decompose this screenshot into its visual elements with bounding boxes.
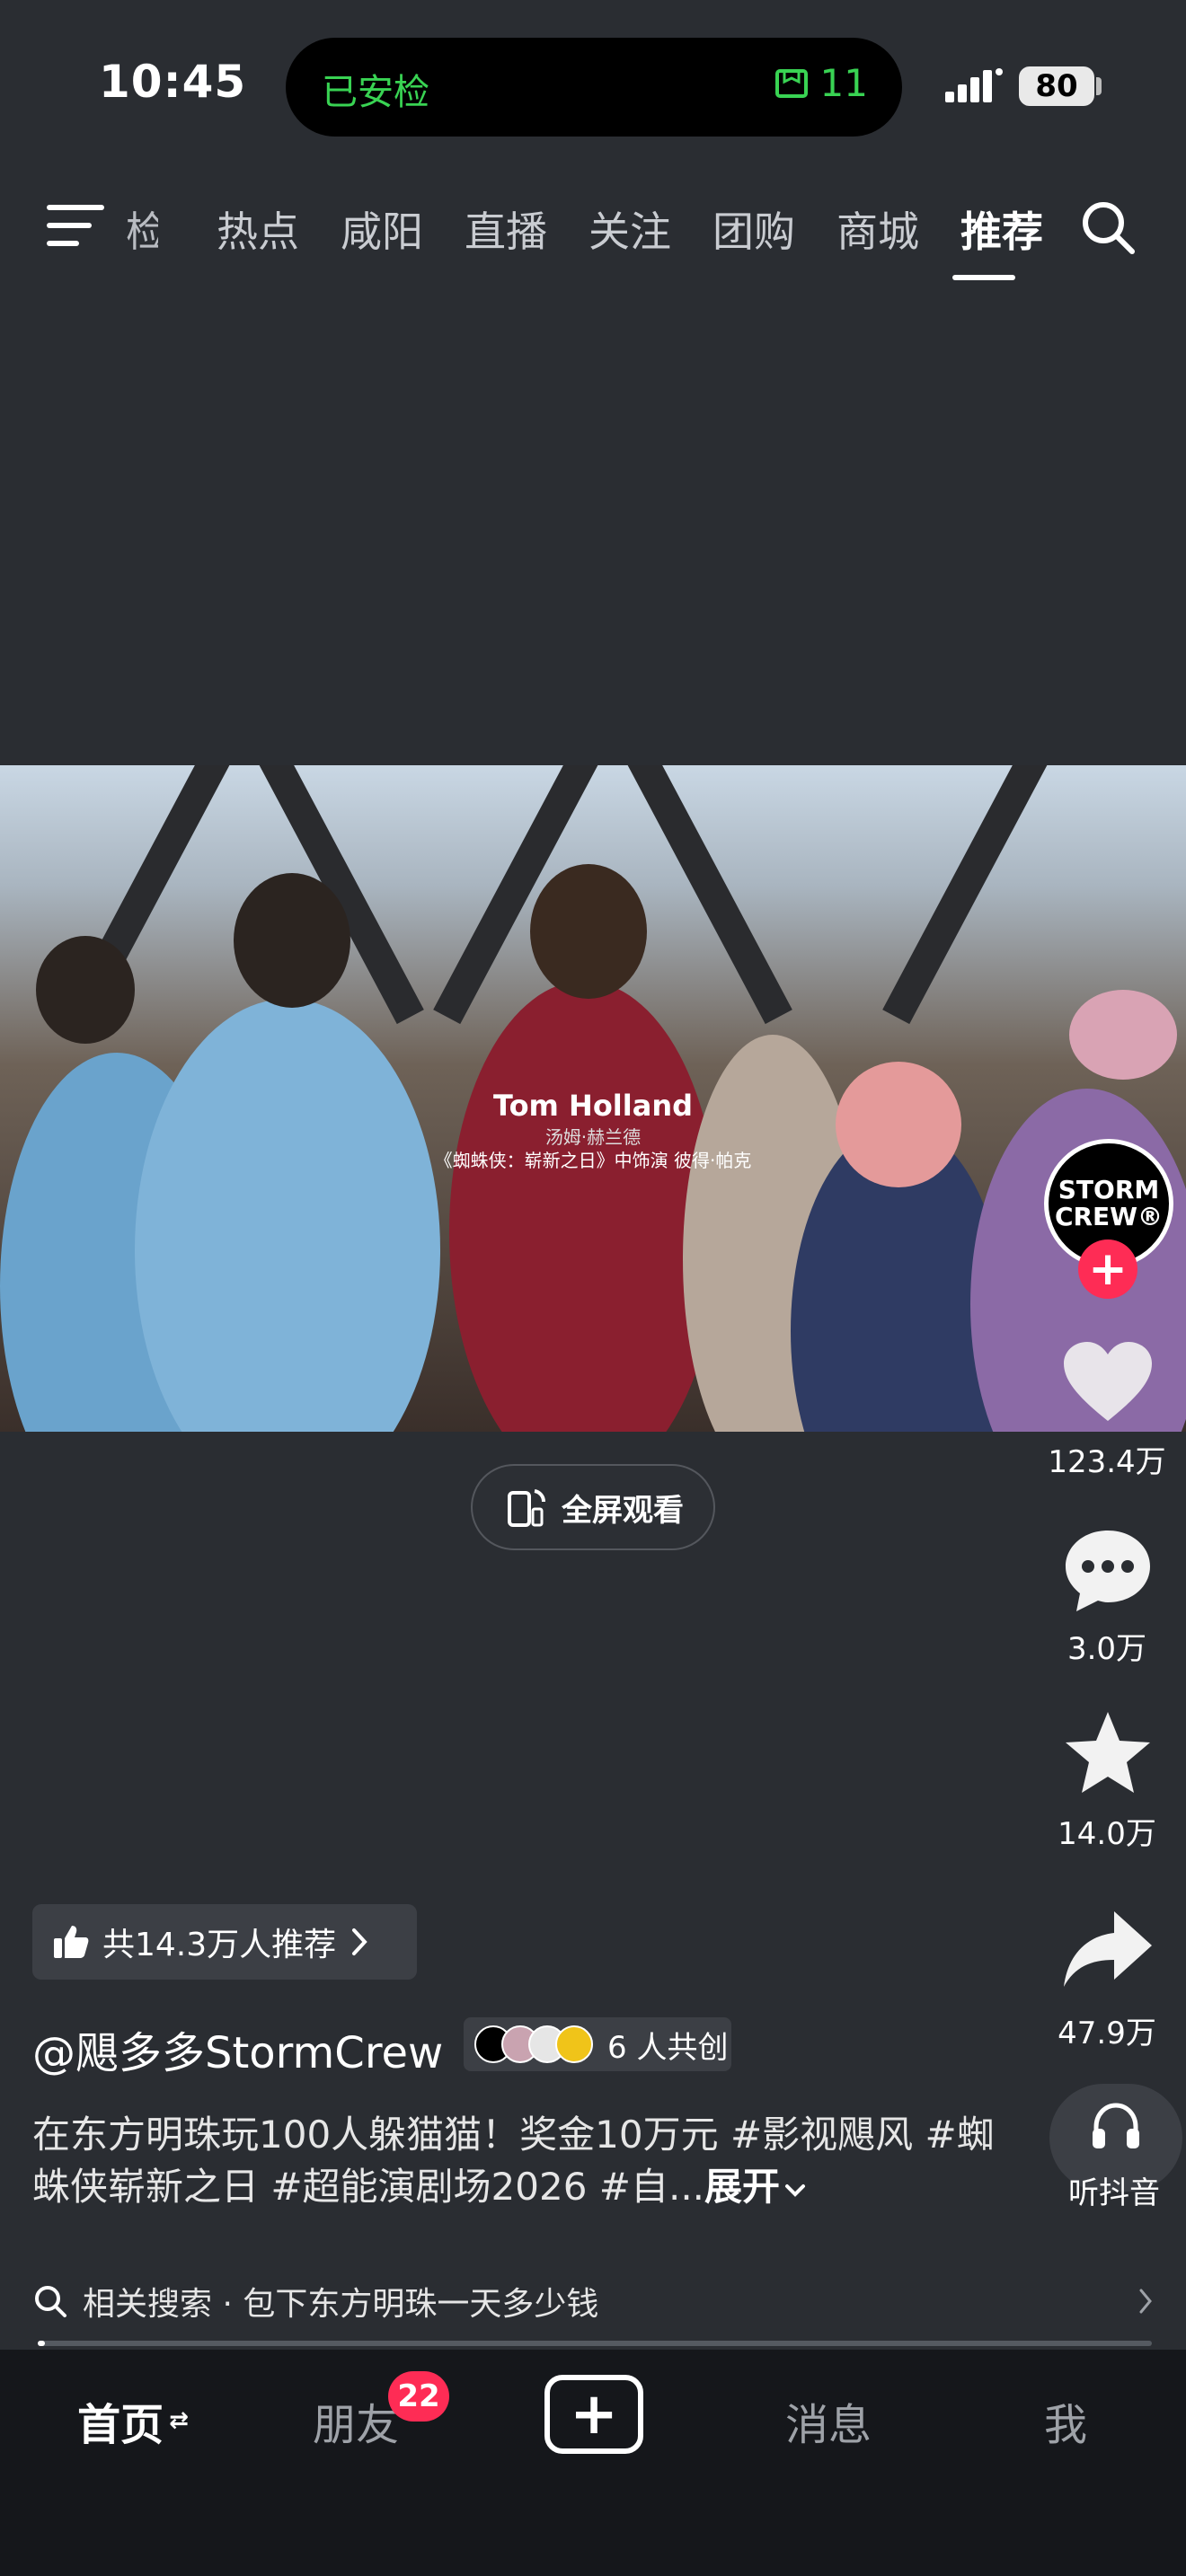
cocreator-avatar [555,2025,593,2063]
security-check-status: 已安检 [322,72,429,113]
tab-group-buy[interactable]: 团购 [692,199,816,259]
nav-tab-partial[interactable]: 检 [126,199,158,259]
comment-count: 3.0万 [1067,1631,1147,1667]
follow-button[interactable]: + [1078,1239,1137,1299]
friends-badge: 22 [388,2371,449,2422]
recommend-count-label: 共14.3万人推荐 [102,1927,337,1963]
cellular-signal-icon [945,68,1003,102]
tab-messages[interactable]: 消息 [739,2389,918,2452]
chevron-right-icon [1139,2289,1152,2314]
expand-description-button[interactable]: 展开 [704,2165,780,2209]
video-caption-role: 《蜘蛛侠：崭新之日》中饰演 彼得·帕克 [434,1150,752,1171]
dynamic-island: 已安检 11 [286,38,902,137]
author-name[interactable]: @飓多多StormCrew [32,2017,443,2080]
video-progress-track[interactable] [38,2341,1152,2346]
video-progress-fill [38,2341,45,2346]
tab-home[interactable]: 首页 ⇄ [43,2389,223,2452]
fullscreen-button[interactable]: 全屏观看 [471,1464,715,1550]
rotate-screen-icon [508,1489,546,1527]
active-tab-indicator [952,275,1015,280]
video-caption-name: Tom Holland [492,1089,694,1123]
tab-local[interactable]: 咸阳 [320,199,444,259]
recommend-count-chip[interactable]: 共14.3万人推荐 [32,1904,417,1980]
refresh-swap-icon: ⇄ [169,2407,189,2434]
heart-icon[interactable] [1058,1338,1157,1428]
fullscreen-label: 全屏观看 [562,1492,684,1529]
thumbs-up-icon [54,1926,89,1958]
cocreate-label: 6 人共创 [607,2029,729,2066]
tab-home-label: 首页 [77,2400,164,2450]
like-count: 123.4万 [1048,1444,1166,1480]
delivery-box-icon [774,68,808,98]
tab-following[interactable]: 关注 [568,199,692,259]
star-icon[interactable] [1058,1708,1157,1798]
related-search-bar[interactable]: 相关搜索 · 包下东方明珠一天多少钱 [32,2272,1155,2330]
comment-icon[interactable] [1058,1525,1157,1615]
cocreate-chip[interactable]: 6 人共创 [464,2017,731,2071]
tab-hot[interactable]: 热点 [196,199,320,259]
create-post-button[interactable]: + [544,2375,643,2454]
tab-live[interactable]: 直播 [444,199,568,259]
tab-recommend[interactable]: 推荐 [940,199,1064,259]
related-search-text: 相关搜索 · 包下东方明珠一天多少钱 [83,2286,599,2323]
video-description: 在东方明珠玩100人躲猫猫！奖金10万元 #影视飓风 #蜘蛛侠崭新之日 #超能演… [32,2109,1012,2213]
island-counter: 11 [774,61,868,105]
video-caption-sub: 汤姆·赫兰德 [544,1126,642,1148]
chevron-down-icon[interactable] [783,2182,807,2200]
avatar-text-line-2: CREW® [1054,1202,1164,1231]
search-icon [35,2286,66,2317]
nav-tabs: 热点 咸阳 直播 关注 团购 商城 推荐 [196,199,1064,259]
battery-indicator: 80 [1019,66,1094,106]
chevron-right-icon [352,1928,367,1955]
battery-tip [1096,77,1102,95]
share-icon[interactable] [1058,1904,1157,1994]
menu-icon[interactable] [47,205,104,248]
island-count: 11 [819,61,868,105]
favorite-count: 14.0万 [1058,1816,1156,1852]
search-icon[interactable] [1078,198,1137,257]
share-count: 47.9万 [1058,2016,1156,2051]
headphones-icon [1093,2103,1139,2148]
avatar-text-line-1: STORM [1058,1175,1160,1204]
description-text: 在东方明珠玩100人躲猫猫！奖金10万元 #影视飓风 #蜘蛛侠崭新之日 #超能演… [32,2113,995,2209]
listen-label: 听抖音 [1068,2175,1160,2211]
status-time: 10:45 [99,56,247,108]
tab-mall[interactable]: 商城 [816,199,940,259]
tab-me[interactable]: 我 [976,2389,1155,2452]
